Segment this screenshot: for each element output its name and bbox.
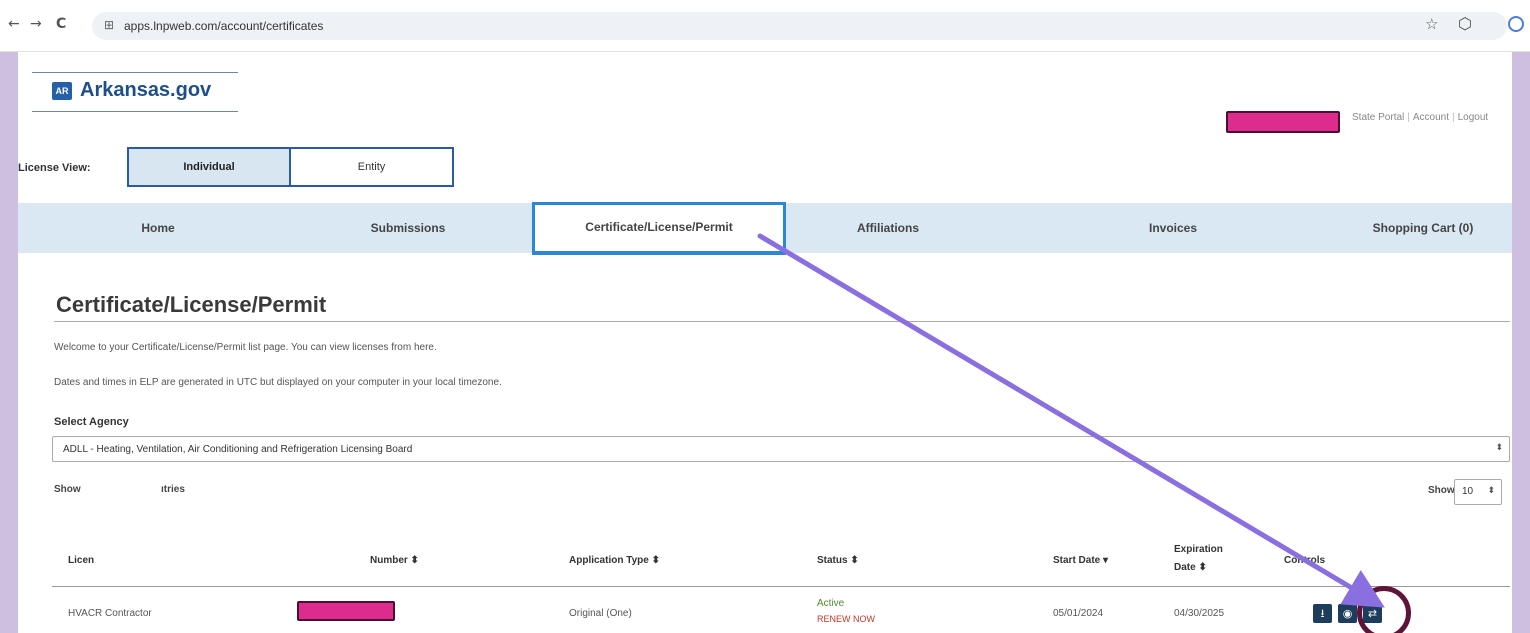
page-size-select[interactable]: 10 ⬍ (1454, 479, 1502, 505)
view-icon[interactable]: ◉ (1338, 604, 1357, 623)
cell-status: Active (817, 598, 845, 609)
back-icon[interactable]: ← (8, 16, 20, 32)
show-entries-label: Show (54, 484, 81, 495)
column-header-license[interactable]: Licen (68, 555, 94, 566)
page-title: Certificate/License/Permit (56, 292, 327, 317)
state-portal-link[interactable]: State Portal (1352, 112, 1404, 123)
site-logo[interactable]: AR Arkansas.gov (32, 72, 238, 112)
address-bar[interactable]: ⊞ apps.lnpweb.com/account/certificates (92, 12, 1507, 40)
logo-badge-icon: AR (52, 82, 72, 100)
table-header-divider (52, 586, 1510, 587)
link-separator: | (1407, 112, 1410, 123)
column-header-application-type[interactable]: Application Type ⬍ (569, 555, 660, 566)
license-view-individual-button[interactable]: Individual (127, 147, 291, 187)
timezone-note: Dates and times in ELP are generated in … (54, 377, 502, 388)
intro-text: Welcome to your Certificate/License/Perm… (54, 342, 437, 353)
title-divider (54, 321, 1510, 322)
nav-item-affiliations[interactable]: Affiliations (798, 203, 978, 253)
license-view-entity-button[interactable]: Entity (289, 147, 454, 187)
agency-selected-value: ADLL - Heating, Ventilation, Air Conditi… (63, 444, 413, 455)
logo-text: Arkansas.gov (80, 79, 212, 101)
link-separator: | (1452, 112, 1455, 123)
nav-item-home[interactable]: Home (78, 203, 238, 253)
column-header-expiration-date[interactable]: Expiration (1174, 544, 1223, 555)
agency-select[interactable]: ADLL - Heating, Ventilation, Air Conditi… (52, 436, 1510, 462)
download-icon[interactable]: ⭳ (1313, 604, 1332, 623)
redacted-license-number (297, 601, 395, 621)
browser-toolbar: ← → C ⊞ apps.lnpweb.com/account/certific… (0, 0, 1530, 52)
forward-icon[interactable]: → (30, 16, 42, 32)
cell-start-date: 05/01/2024 (1053, 608, 1104, 619)
redacted-username (1226, 111, 1340, 133)
page-content: AR Arkansas.gov State Portal | Account | Log… (18, 52, 1512, 633)
reload-icon[interactable]: C (56, 16, 66, 32)
page-size-label: Show (1428, 485, 1455, 496)
page-size-value: 10 (1462, 486, 1474, 497)
renew-now-link[interactable]: RENEW NOW (817, 614, 875, 624)
site-info-icon[interactable]: ⊞ (104, 18, 114, 32)
column-header-status[interactable]: Status ⬍ (817, 555, 859, 566)
column-header-controls: Controls (1284, 555, 1326, 566)
star-icon[interactable]: ☆ (1425, 15, 1438, 33)
license-view-label: License View: (18, 162, 91, 174)
column-header-expiration-date-2[interactable]: Date ⬍ (1174, 562, 1207, 573)
profile-icon[interactable] (1508, 16, 1524, 32)
extension-icon[interactable]: ⬡ (1458, 14, 1472, 33)
select-agency-label: Select Agency (54, 416, 129, 428)
cell-application-type: Original (One) (569, 608, 632, 619)
logout-link[interactable]: Logout (1458, 112, 1489, 123)
select-arrow-icon: ⬍ (1487, 486, 1495, 496)
nav-item-shopping-cart[interactable]: Shopping Cart (0) (1338, 203, 1508, 253)
select-arrow-icon: ⬍ (1495, 443, 1503, 453)
column-header-start-date[interactable]: Start Date ▾ (1053, 555, 1108, 566)
highlight-circle (1357, 586, 1411, 633)
nav-item-submissions[interactable]: Submissions (318, 203, 498, 253)
header-links: State Portal | Account | Logout (1352, 112, 1488, 123)
account-link[interactable]: Account (1413, 112, 1449, 123)
nav-item-invoices[interactable]: Invoices (1093, 203, 1253, 253)
url-text[interactable]: apps.lnpweb.com/account/certificates (124, 19, 323, 33)
cell-license: HVACR Contractor (68, 608, 152, 619)
nav-item-certificate-license-permit[interactable]: Certificate/License/Permit (532, 202, 786, 255)
show-entries-label-tail: ıtries (161, 484, 185, 495)
column-header-number[interactable]: Number ⬍ (370, 555, 419, 566)
cell-expiration-date: 04/30/2025 (1174, 608, 1225, 619)
